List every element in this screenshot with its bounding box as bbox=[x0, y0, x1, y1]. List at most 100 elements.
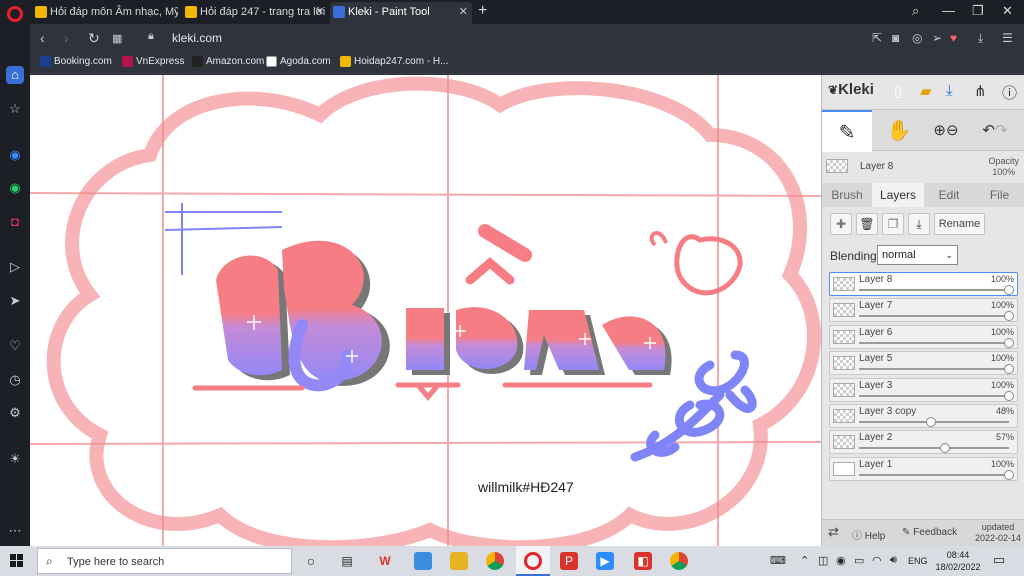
camera-icon[interactable]: ◙ bbox=[892, 31, 899, 45]
forward-icon[interactable]: › bbox=[64, 30, 69, 46]
tab-kleki[interactable]: Kleki - Paint Tool ✕ bbox=[330, 2, 472, 24]
opacity-slider-handle[interactable] bbox=[1004, 390, 1014, 401]
vpn-icon[interactable]: ◎ bbox=[912, 31, 922, 45]
tab-brush[interactable]: Brush bbox=[822, 183, 872, 207]
merge-layer-button[interactable]: ⤓ bbox=[908, 213, 930, 235]
more-icon[interactable]: ⋯ bbox=[6, 522, 24, 540]
heart-icon[interactable]: ♡ bbox=[6, 337, 24, 355]
opacity-slider-track[interactable] bbox=[859, 341, 1009, 344]
tray-up-icon[interactable]: ⌃ bbox=[800, 554, 809, 567]
opacity-slider-handle[interactable] bbox=[1004, 285, 1014, 295]
keyboard-icon[interactable]: ⌨ bbox=[770, 554, 786, 567]
help-icon[interactable]: ⓘ bbox=[1002, 82, 1017, 103]
send-page-icon[interactable]: ➢ bbox=[932, 31, 942, 45]
player-icon[interactable]: ▷ bbox=[6, 258, 24, 276]
settings-gear-icon[interactable]: ⚙ bbox=[6, 404, 24, 422]
opacity-slider-handle[interactable] bbox=[1004, 311, 1014, 322]
opacity-slider-track[interactable] bbox=[859, 473, 1009, 476]
opacity-slider-track[interactable] bbox=[859, 315, 1009, 318]
zoom-icon[interactable]: ▶ bbox=[596, 552, 614, 570]
delete-layer-button[interactable]: 🗑︎ bbox=[856, 213, 878, 235]
bookmark-hoidap247[interactable]: Hoidap247.com - H... bbox=[340, 56, 449, 67]
chrome-tray-icon[interactable]: ◉ bbox=[836, 554, 846, 567]
language-indicator[interactable]: ENG bbox=[908, 556, 928, 566]
add-layer-button[interactable]: ✚ bbox=[830, 213, 852, 235]
reload-icon[interactable]: ↻ bbox=[88, 30, 100, 47]
clock[interactable]: 08:44 18/02/2022 bbox=[932, 549, 984, 573]
wps-tray-icon[interactable]: ◫ bbox=[818, 554, 828, 567]
opacity-slider-handle[interactable] bbox=[926, 416, 936, 427]
close-window-icon[interactable]: ✕ bbox=[1002, 3, 1013, 19]
opacity-slider-track[interactable] bbox=[859, 368, 1009, 371]
speed-dial-icon[interactable]: ▦ bbox=[112, 32, 122, 45]
opacity-slider-handle[interactable] bbox=[1004, 364, 1014, 375]
opacity-slider-handle[interactable] bbox=[939, 443, 950, 454]
bookmark-amazon[interactable]: Amazon.com bbox=[192, 56, 264, 67]
volume-icon[interactable]: 🔊︎ bbox=[890, 554, 897, 567]
brush-tool-button[interactable]: ✎ bbox=[822, 110, 872, 152]
download-icon[interactable]: ⤓ bbox=[978, 31, 983, 46]
bookmark-vnexpress[interactable]: VnExpress bbox=[122, 56, 184, 67]
opacity-slider-track[interactable] bbox=[859, 289, 1009, 291]
layer-row[interactable]: Layer 7 100% bbox=[829, 298, 1018, 323]
back-icon[interactable]: ‹ bbox=[40, 30, 45, 46]
tab-edit[interactable]: Edit bbox=[924, 183, 974, 207]
cortana-icon[interactable]: ○ bbox=[302, 552, 320, 570]
zoom-in-icon[interactable]: ⊕ bbox=[933, 122, 946, 139]
whatsapp-icon[interactable]: ◉ bbox=[6, 179, 24, 197]
help-link[interactable]: ⓘ Help bbox=[852, 527, 885, 542]
share-icon[interactable]: ⋔ bbox=[974, 82, 987, 100]
file-explorer-icon[interactable] bbox=[450, 552, 468, 570]
url-field[interactable]: kleki.com bbox=[172, 31, 222, 45]
wps-office-icon[interactable]: W bbox=[376, 552, 394, 570]
share-icon[interactable]: ⇱ bbox=[872, 31, 882, 45]
messenger-icon[interactable]: ◉ bbox=[6, 146, 24, 164]
bookmark-agoda[interactable]: Agoda.com bbox=[266, 56, 331, 67]
heart-icon[interactable]: ♥ bbox=[950, 31, 957, 45]
battery-icon[interactable]: ▭ bbox=[854, 554, 864, 567]
opera-logo-icon[interactable] bbox=[7, 6, 23, 22]
undo-redo-buttons[interactable]: ↶↷ bbox=[970, 110, 1020, 152]
close-tab-icon[interactable]: ✕ bbox=[315, 2, 324, 22]
send-icon[interactable]: ➤ bbox=[6, 292, 24, 310]
taskbar-search[interactable]: ⌕ Type here to search bbox=[37, 548, 292, 574]
tab-hoidap-amnhac[interactable]: Hỏi đáp môn Âm nhạc, Mỹ bbox=[32, 2, 178, 24]
redo-icon[interactable]: ↷ bbox=[995, 122, 1008, 139]
star-icon[interactable]: ☆ bbox=[6, 100, 24, 118]
swap-icon[interactable]: ⇄ bbox=[828, 524, 839, 540]
minimize-icon[interactable]: — bbox=[942, 3, 955, 18]
app-icon[interactable]: ◧ bbox=[634, 552, 652, 570]
hand-tool-button[interactable]: ✋ bbox=[874, 110, 924, 152]
open-folder-icon[interactable]: ▰ bbox=[920, 82, 932, 100]
new-tab-button[interactable]: + bbox=[478, 2, 487, 20]
notifications-icon[interactable]: ▭ bbox=[993, 552, 1005, 568]
new-image-icon[interactable]: ▯ bbox=[894, 82, 902, 100]
chrome-profile-icon[interactable] bbox=[670, 552, 688, 570]
windows-start-icon[interactable] bbox=[10, 554, 24, 568]
chrome-icon[interactable] bbox=[486, 552, 504, 570]
tab-layers[interactable]: Layers bbox=[872, 183, 924, 207]
zoom-out-icon[interactable]: ⊖ bbox=[946, 122, 959, 139]
opacity-slider-handle[interactable] bbox=[1004, 337, 1014, 348]
layer-row[interactable]: Layer 1 100% bbox=[829, 456, 1018, 481]
layer-row[interactable]: Layer 5 100% bbox=[829, 351, 1018, 376]
bookmark-booking[interactable]: Booking.com bbox=[40, 56, 112, 67]
layer-row[interactable]: Layer 3 copy 48% bbox=[829, 403, 1018, 428]
pc-icon[interactable] bbox=[414, 552, 432, 570]
instagram-icon[interactable]: ◘ bbox=[6, 213, 24, 231]
lightbulb-icon[interactable]: ☀ bbox=[6, 450, 24, 468]
tab-file[interactable]: File bbox=[974, 183, 1024, 207]
opacity-slider-track[interactable] bbox=[859, 447, 1009, 450]
feedback-link[interactable]: ✎ Feedback bbox=[902, 527, 957, 538]
duplicate-layer-button[interactable]: ❐ bbox=[882, 213, 904, 235]
history-icon[interactable]: ◷ bbox=[6, 371, 24, 389]
save-download-icon[interactable]: ⤓ bbox=[946, 82, 953, 99]
opacity-slider-handle[interactable] bbox=[1004, 469, 1014, 480]
easy-setup-icon[interactable]: ☰ bbox=[1002, 31, 1013, 45]
task-view-icon[interactable]: ▤ bbox=[338, 552, 356, 570]
opacity-slider-track[interactable] bbox=[859, 394, 1009, 397]
layer-row[interactable]: Layer 6 100% bbox=[829, 324, 1018, 349]
layer-row[interactable]: Layer 2 57% bbox=[829, 430, 1018, 455]
rename-button[interactable]: Rename bbox=[934, 213, 985, 235]
wifi-icon[interactable]: ◠ bbox=[872, 554, 882, 567]
